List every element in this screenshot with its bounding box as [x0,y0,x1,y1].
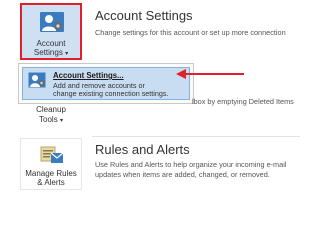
rules-alerts-description-2: updates when items are added, changed, o… [95,170,270,179]
account-settings-label-2: Settings [33,48,63,57]
menu-item-desc-2: change existing connection settings. [53,89,169,98]
manage-rules-button[interactable]: Manage Rules & Alerts [20,138,82,190]
cleanup-description-partial: lbox by emptying Deleted Items [192,97,294,106]
dropdown-caret-icon: ▾ [65,51,69,57]
account-settings-icon [40,12,64,32]
rules-alerts-description-1: Use Rules and Alerts to help organize yo… [95,160,287,169]
rules-alerts-icon [40,146,64,163]
account-settings-button[interactable]: Account Settings ▾ [20,3,82,60]
section-divider [92,136,300,137]
dropdown-caret-icon: ▾ [59,118,63,124]
menu-item-title: Account Settings... [53,71,124,80]
cleanup-tools-label-2: Tools [39,115,58,124]
manage-rules-label-1: Manage Rules [25,169,77,178]
account-settings-menu: Account Settings... Add and remove accou… [18,63,194,104]
menu-item-account-settings[interactable]: Account Settings... Add and remove accou… [22,67,190,100]
account-settings-title: Account Settings [95,8,193,23]
account-settings-label-1: Account [36,39,66,48]
cleanup-tools-label-1: Cleanup [36,105,66,114]
account-settings-small-icon [28,72,46,88]
manage-rules-label-2: & Alerts [37,178,65,187]
cleanup-tools-button[interactable]: Cleanup Tools ▾ [20,104,82,128]
red-arrow-icon [176,69,244,79]
rules-alerts-title: Rules and Alerts [95,142,190,157]
account-settings-description: Change settings for this account or set … [95,28,286,37]
